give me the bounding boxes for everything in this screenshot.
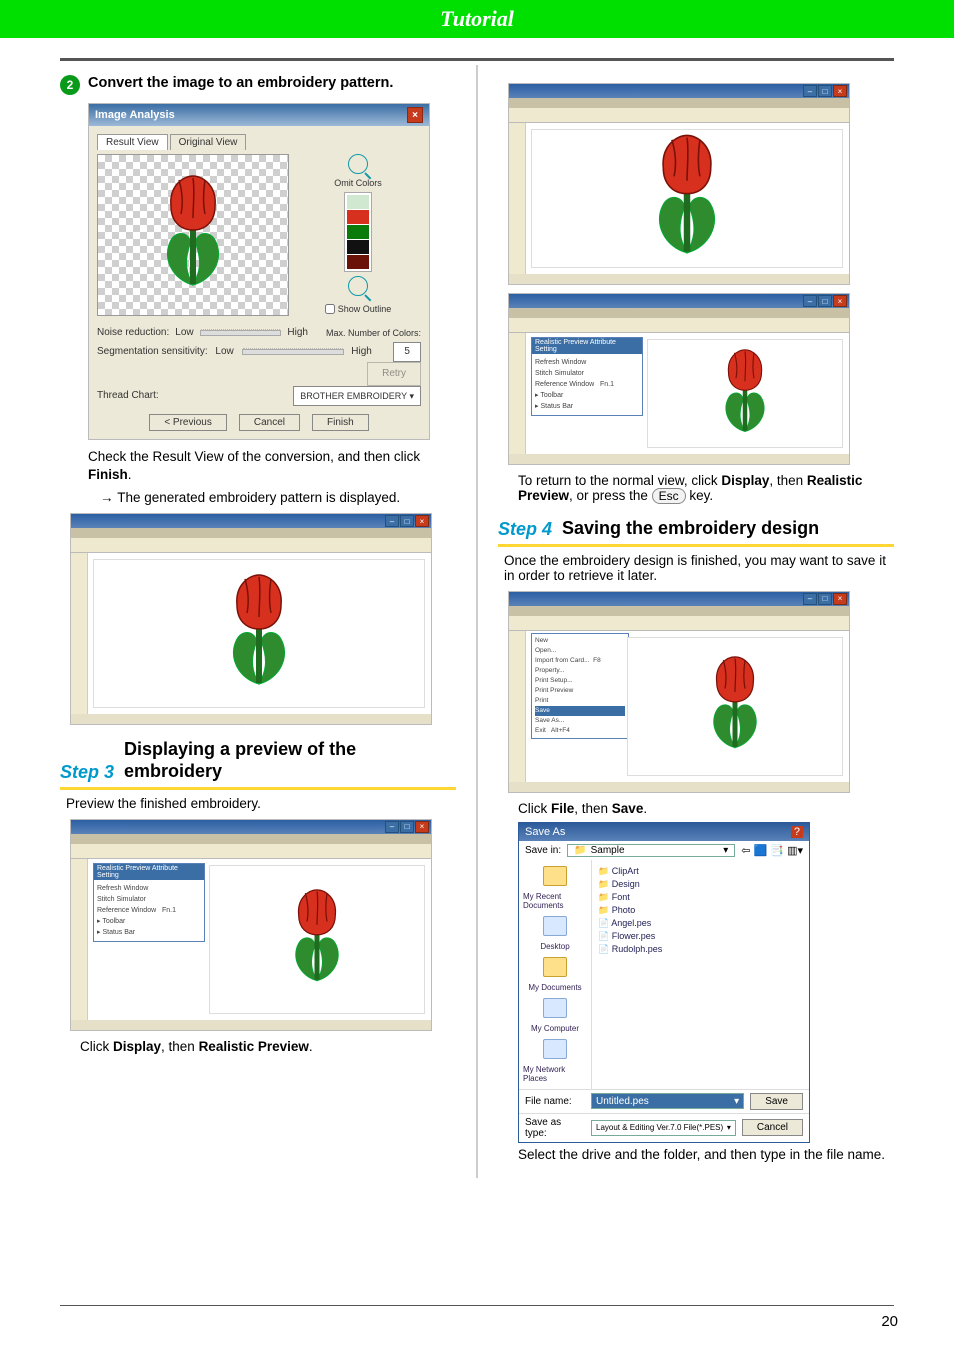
show-outline-checkbox[interactable]: Show Outline xyxy=(325,304,392,314)
file-list[interactable]: 📁 ClipArt 📁 Design 📁 Font 📁 Photo 📄 Ange… xyxy=(592,860,809,1089)
seg-slider[interactable] xyxy=(242,349,344,355)
step3-label: Step 3 xyxy=(60,762,114,783)
filename-input[interactable]: Untitled.pes▾ xyxy=(591,1093,744,1109)
thread-chart-select[interactable]: BROTHER EMBROIDERY ▾ xyxy=(293,386,421,406)
check-result-text: Check the Result View of the conversion,… xyxy=(88,448,456,484)
cancel-button[interactable]: Cancel xyxy=(239,414,300,431)
save-title: Save As xyxy=(525,826,565,838)
left-column: 2 Convert the image to an embroidery pat… xyxy=(60,65,476,1178)
cancel-save-button[interactable]: Cancel xyxy=(742,1119,803,1136)
help-icon[interactable]: ? xyxy=(791,826,803,838)
app-window-preview-menu: –□× Realistic Preview Attribute Setting … xyxy=(70,819,432,1031)
step3-intro: Preview the finished embroidery. xyxy=(66,796,456,811)
save-button[interactable]: Save xyxy=(750,1093,803,1110)
filetype-select[interactable]: Layout & Editing Ver.7.0 File(*.PES)▾ xyxy=(591,1120,736,1136)
header-title: Tutorial xyxy=(440,6,514,31)
app-window-preview-menu-2: –□× Realistic Preview Attribute Setting … xyxy=(508,293,850,465)
zoom-out-icon[interactable] xyxy=(348,276,368,296)
return-normal-text: To return to the normal view, click Disp… xyxy=(518,473,894,504)
app-window-pattern: –□× xyxy=(70,513,432,725)
two-column-layout: 2 Convert the image to an embroidery pat… xyxy=(0,65,954,1178)
retry-button[interactable]: Retry xyxy=(367,362,421,386)
step3-heading: Step 3 Displaying a preview of the embro… xyxy=(60,739,456,789)
step4-intro: Once the embroidery design is finished, … xyxy=(504,553,894,583)
noise-label: Noise reduction: xyxy=(97,324,169,342)
header-rule xyxy=(60,58,894,61)
page-header: Tutorial xyxy=(0,0,954,38)
image-analysis-dialog: Image Analysis × Result View Original Vi… xyxy=(88,103,430,440)
app-window-file-menu: –□× NewOpen...Import from Card... F8Prop… xyxy=(508,591,850,793)
noise-slider[interactable] xyxy=(200,330,282,336)
file-save-caption: Click File, then Save. xyxy=(518,801,894,816)
result-preview xyxy=(97,154,289,316)
omit-colors-label: Omit Colors xyxy=(334,178,382,188)
generated-pattern-note: → The generated embroidery pattern is di… xyxy=(100,490,456,505)
step4-heading: Step 4 Saving the embroidery design xyxy=(498,518,894,547)
tab-original-view[interactable]: Original View xyxy=(170,134,247,150)
step2-heading: Convert the image to an embroidery patte… xyxy=(88,75,456,91)
savein-select[interactable]: 📁 Sample ▾ xyxy=(567,844,735,857)
savein-label: Save in: xyxy=(525,845,561,856)
step2-heading-row: 2 Convert the image to an embroidery pat… xyxy=(60,75,456,95)
finish-button[interactable]: Finish xyxy=(312,414,369,431)
step3-title: Displaying a preview of the embroidery xyxy=(124,739,456,782)
places-bar[interactable]: My Recent Documents Desktop My Documents… xyxy=(519,860,592,1089)
esc-key: Esc xyxy=(652,488,686,504)
dialog-titlebar: Image Analysis × xyxy=(89,104,429,126)
right-column: –□× –□× Realistic Preview Attribute Sett… xyxy=(478,65,894,1178)
filename-label: File name: xyxy=(525,1096,585,1107)
thread-chart-label: Thread Chart: xyxy=(97,387,159,405)
step2-number-badge: 2 xyxy=(60,75,80,95)
omit-colors-list[interactable] xyxy=(344,192,372,272)
max-colors-label: Max. Number of Colors: xyxy=(326,324,421,342)
tab-result-view[interactable]: Result View xyxy=(97,134,168,150)
step4-title: Saving the embroidery design xyxy=(562,518,894,540)
max-colors-value[interactable]: 5 xyxy=(393,342,421,362)
seg-label: Segmentation sensitivity: xyxy=(97,343,208,361)
footer-rule xyxy=(60,1305,894,1306)
save-as-dialog: Save As? Save in: 📁 Sample ▾ ⇦ 🟦 📑 ▥▾ My… xyxy=(518,822,810,1143)
nav-icons[interactable]: ⇦ 🟦 📑 ▥▾ xyxy=(741,844,803,857)
step3-caption: Click Display, then Realistic Preview. xyxy=(80,1039,456,1054)
close-icon[interactable]: × xyxy=(407,107,423,123)
filetype-label: Save as type: xyxy=(525,1117,585,1139)
select-drive-text: Select the drive and the folder, and the… xyxy=(518,1147,894,1162)
previous-button[interactable]: < Previous xyxy=(149,414,227,431)
step4-label: Step 4 xyxy=(498,519,552,540)
app-window-realistic-preview: –□× xyxy=(508,83,850,285)
zoom-in-icon[interactable] xyxy=(348,154,368,174)
page-number: 20 xyxy=(881,1313,898,1330)
dialog-title: Image Analysis xyxy=(95,109,175,121)
